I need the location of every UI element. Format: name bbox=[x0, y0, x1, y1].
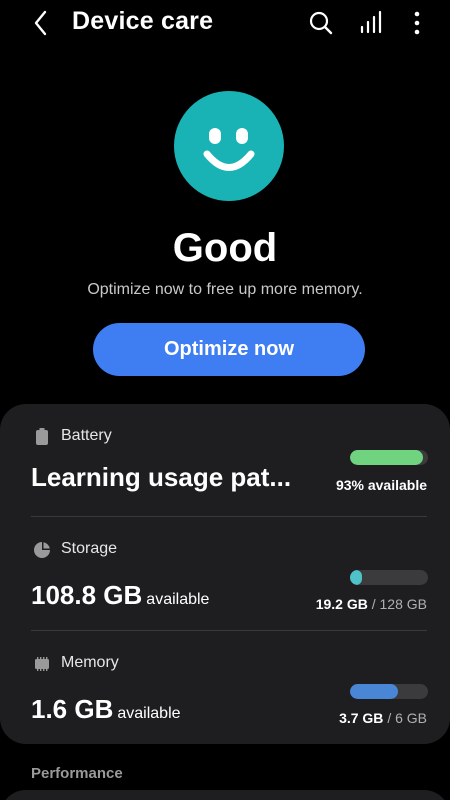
device-care-card: Battery Learning usage pat... 93% availa… bbox=[0, 404, 450, 744]
battery-label: Battery bbox=[61, 427, 112, 444]
battery-level-bar bbox=[350, 450, 428, 465]
memory-available-value: 1.6 GB available bbox=[31, 694, 181, 725]
device-status-description: Optimize now to free up more memory. bbox=[87, 281, 363, 298]
memory-total: 6 GB bbox=[395, 710, 427, 726]
memory-usage-fill bbox=[350, 684, 399, 699]
battery-icon bbox=[33, 427, 51, 445]
memory-usage-text: 3.7 GB / 6 GB bbox=[339, 710, 427, 726]
memory-value: 1.6 GB bbox=[31, 694, 114, 724]
memory-row[interactable]: Memory 1.6 GB available 3.7 GB / 6 GB bbox=[0, 631, 450, 744]
smiley-face-icon bbox=[174, 91, 284, 201]
storage-usage-fill bbox=[350, 570, 362, 585]
device-status-word: Good bbox=[172, 226, 278, 270]
storage-total: 128 GB bbox=[379, 596, 427, 612]
performance-card[interactable] bbox=[0, 790, 450, 800]
more-options-button[interactable] bbox=[402, 8, 432, 38]
performance-section-label: Performance bbox=[31, 765, 123, 782]
storage-value: 108.8 GB bbox=[31, 580, 143, 610]
top-app-bar: Device care bbox=[0, 0, 450, 48]
page-title: Device care bbox=[72, 7, 214, 35]
battery-row[interactable]: Battery Learning usage pat... 93% availa… bbox=[0, 404, 450, 517]
pie-chart-icon bbox=[33, 541, 51, 559]
memory-unit: available bbox=[117, 705, 181, 722]
storage-separator: / bbox=[371, 596, 376, 612]
storage-unit: available bbox=[146, 591, 210, 608]
back-button[interactable] bbox=[26, 8, 56, 38]
storage-usage-bar bbox=[350, 570, 428, 585]
search-button[interactable] bbox=[306, 8, 336, 38]
search-icon bbox=[309, 11, 333, 35]
face-smile bbox=[203, 150, 255, 171]
storage-available-value: 108.8 GB available bbox=[31, 580, 209, 611]
memory-used: 3.7 GB bbox=[339, 710, 384, 726]
storage-row[interactable]: Storage 108.8 GB available 19.2 GB / 128 … bbox=[0, 517, 450, 631]
device-care-screen: Device care Good Optimize now to free up… bbox=[0, 0, 450, 800]
battery-available-text: 93% available bbox=[335, 477, 427, 493]
back-arrow-icon bbox=[34, 10, 47, 36]
optimize-now-button[interactable]: Optimize now bbox=[93, 323, 365, 376]
storage-used: 19.2 GB bbox=[315, 596, 368, 612]
battery-status-value: Learning usage pat... bbox=[31, 462, 292, 492]
more-vertical-icon bbox=[414, 11, 420, 35]
memory-label: Memory bbox=[61, 654, 119, 671]
storage-label: Storage bbox=[61, 540, 118, 557]
storage-usage-text: 19.2 GB / 128 GB bbox=[316, 596, 427, 612]
memory-usage-bar bbox=[350, 684, 428, 699]
signal-bars-icon bbox=[360, 10, 382, 34]
memory-separator: / bbox=[387, 710, 392, 726]
usage-report-button[interactable] bbox=[356, 8, 386, 38]
memory-chip-icon bbox=[33, 655, 51, 673]
battery-level-fill bbox=[350, 450, 423, 465]
